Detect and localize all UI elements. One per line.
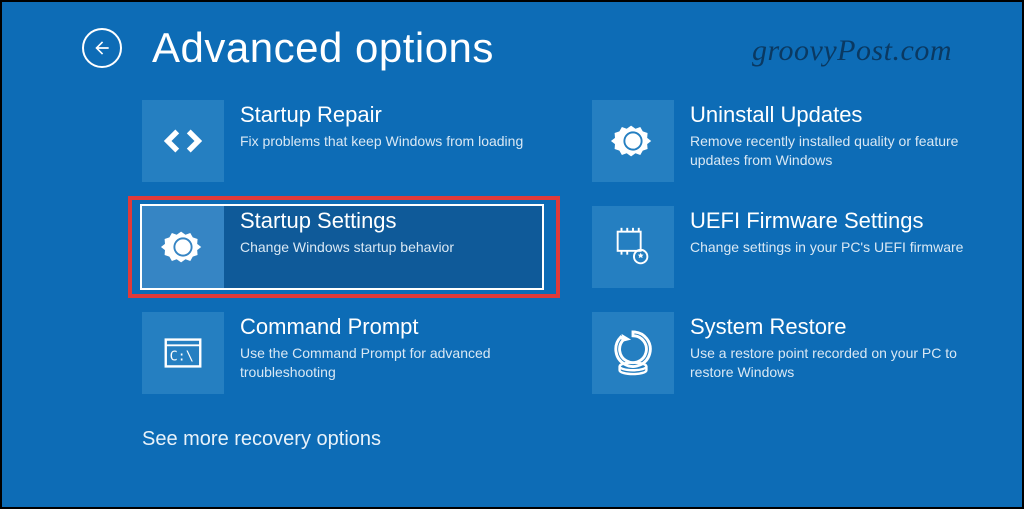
tile-title: Uninstall Updates	[690, 102, 992, 128]
page-title: Advanced options	[152, 24, 494, 72]
tile-title: Startup Settings	[240, 208, 534, 234]
code-icon	[142, 100, 224, 182]
gear-icon	[142, 206, 224, 288]
tile-title: Startup Repair	[240, 102, 542, 128]
arrow-left-icon	[92, 38, 112, 58]
options-grid: Startup Repair Fix problems that keep Wi…	[2, 72, 1022, 394]
tile-desc: Remove recently installed quality or fea…	[690, 132, 992, 170]
tile-desc: Use the Command Prompt for advanced trou…	[240, 344, 542, 382]
tile-text: Uninstall Updates Remove recently instal…	[690, 100, 992, 170]
tile-text: UEFI Firmware Settings Change settings i…	[690, 206, 992, 257]
highlight-annotation: Startup Settings Change Windows startup …	[138, 202, 546, 292]
tile-desc: Change Windows startup behavior	[240, 238, 534, 257]
see-more-link[interactable]: See more recovery options	[2, 394, 1022, 451]
tile-desc: Fix problems that keep Windows from load…	[240, 132, 542, 151]
tile-startup-repair[interactable]: Startup Repair Fix problems that keep Wi…	[142, 100, 542, 182]
tile-text: Command Prompt Use the Command Prompt fo…	[240, 312, 542, 382]
gear-icon	[592, 100, 674, 182]
tile-uefi-firmware[interactable]: UEFI Firmware Settings Change settings i…	[592, 206, 992, 288]
terminal-icon: C:\	[142, 312, 224, 394]
tile-title: System Restore	[690, 314, 992, 340]
tile-text: Startup Repair Fix problems that keep Wi…	[240, 100, 542, 151]
back-button[interactable]	[82, 28, 122, 68]
tile-text: Startup Settings Change Windows startup …	[240, 206, 534, 257]
tile-text: System Restore Use a restore point recor…	[690, 312, 992, 382]
chip-gear-icon	[592, 206, 674, 288]
tile-desc: Change settings in your PC's UEFI firmwa…	[690, 238, 992, 257]
tile-command-prompt[interactable]: C:\ Command Prompt Use the Command Promp…	[142, 312, 542, 394]
tile-system-restore[interactable]: System Restore Use a restore point recor…	[592, 312, 992, 394]
tile-title: UEFI Firmware Settings	[690, 208, 992, 234]
tile-title: Command Prompt	[240, 314, 542, 340]
tile-startup-settings[interactable]: Startup Settings Change Windows startup …	[142, 206, 542, 288]
tile-desc: Use a restore point recorded on your PC …	[690, 344, 992, 382]
tile-uninstall-updates[interactable]: Uninstall Updates Remove recently instal…	[592, 100, 992, 182]
svg-text:C:\: C:\	[170, 350, 194, 365]
watermark-text: groovyPost.com	[752, 34, 952, 68]
restore-icon	[592, 312, 674, 394]
